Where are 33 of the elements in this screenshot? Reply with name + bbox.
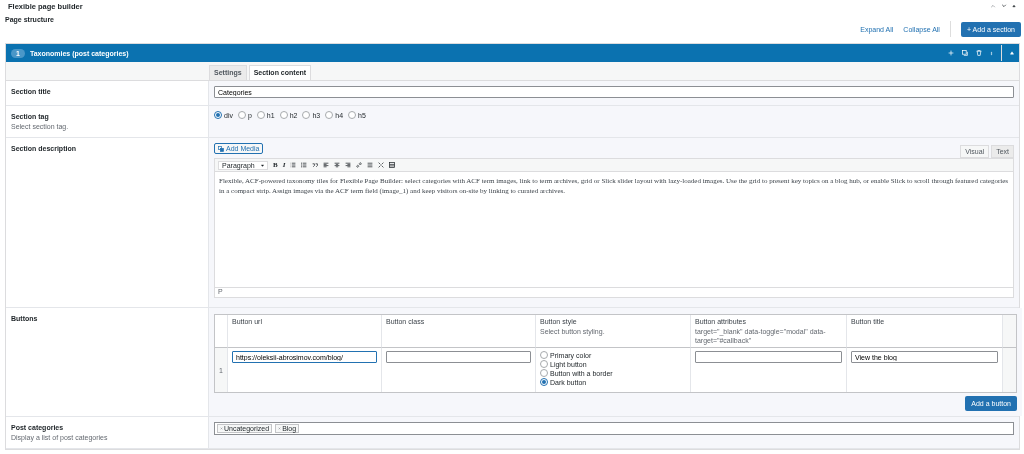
quote-icon[interactable] bbox=[312, 162, 319, 168]
radio-button[interactable] bbox=[214, 111, 222, 119]
align-center-icon[interactable] bbox=[334, 162, 341, 168]
text-field[interactable] bbox=[386, 351, 531, 363]
media-icon bbox=[218, 145, 224, 152]
caret-down-icon bbox=[261, 163, 264, 167]
kebab-menu-icon[interactable] bbox=[990, 49, 993, 57]
row-handle[interactable] bbox=[1003, 348, 1016, 392]
duplicate-icon[interactable] bbox=[962, 50, 968, 56]
toolbar-toggle-icon[interactable] bbox=[389, 162, 396, 168]
radio-button[interactable] bbox=[279, 111, 288, 119]
fullscreen-icon[interactable] bbox=[378, 162, 385, 168]
plus-icon[interactable] bbox=[948, 50, 954, 56]
caret-up-icon[interactable] bbox=[1012, 4, 1016, 8]
radio-button[interactable] bbox=[302, 111, 311, 119]
bulleted-list-icon[interactable] bbox=[290, 162, 297, 168]
trash-icon[interactable] bbox=[976, 50, 982, 56]
radio-button[interactable] bbox=[256, 111, 265, 119]
link-icon[interactable] bbox=[356, 162, 363, 168]
radio-button[interactable] bbox=[540, 360, 548, 368]
chevron-up-icon[interactable] bbox=[990, 3, 996, 9]
radio-button[interactable] bbox=[237, 111, 246, 119]
numbered-list-icon[interactable] bbox=[301, 162, 308, 168]
horizontal-line-icon[interactable] bbox=[367, 162, 374, 168]
radio-button[interactable] bbox=[348, 111, 357, 119]
radio-button[interactable] bbox=[540, 351, 548, 359]
align-left-icon[interactable] bbox=[323, 162, 330, 168]
radio-button[interactable] bbox=[325, 111, 334, 119]
align-right-icon[interactable] bbox=[345, 162, 352, 168]
radio-button[interactable] bbox=[540, 378, 548, 386]
text-field[interactable] bbox=[695, 351, 842, 363]
radio-button[interactable] bbox=[540, 369, 548, 377]
chevron-down-icon[interactable] bbox=[1001, 3, 1007, 9]
